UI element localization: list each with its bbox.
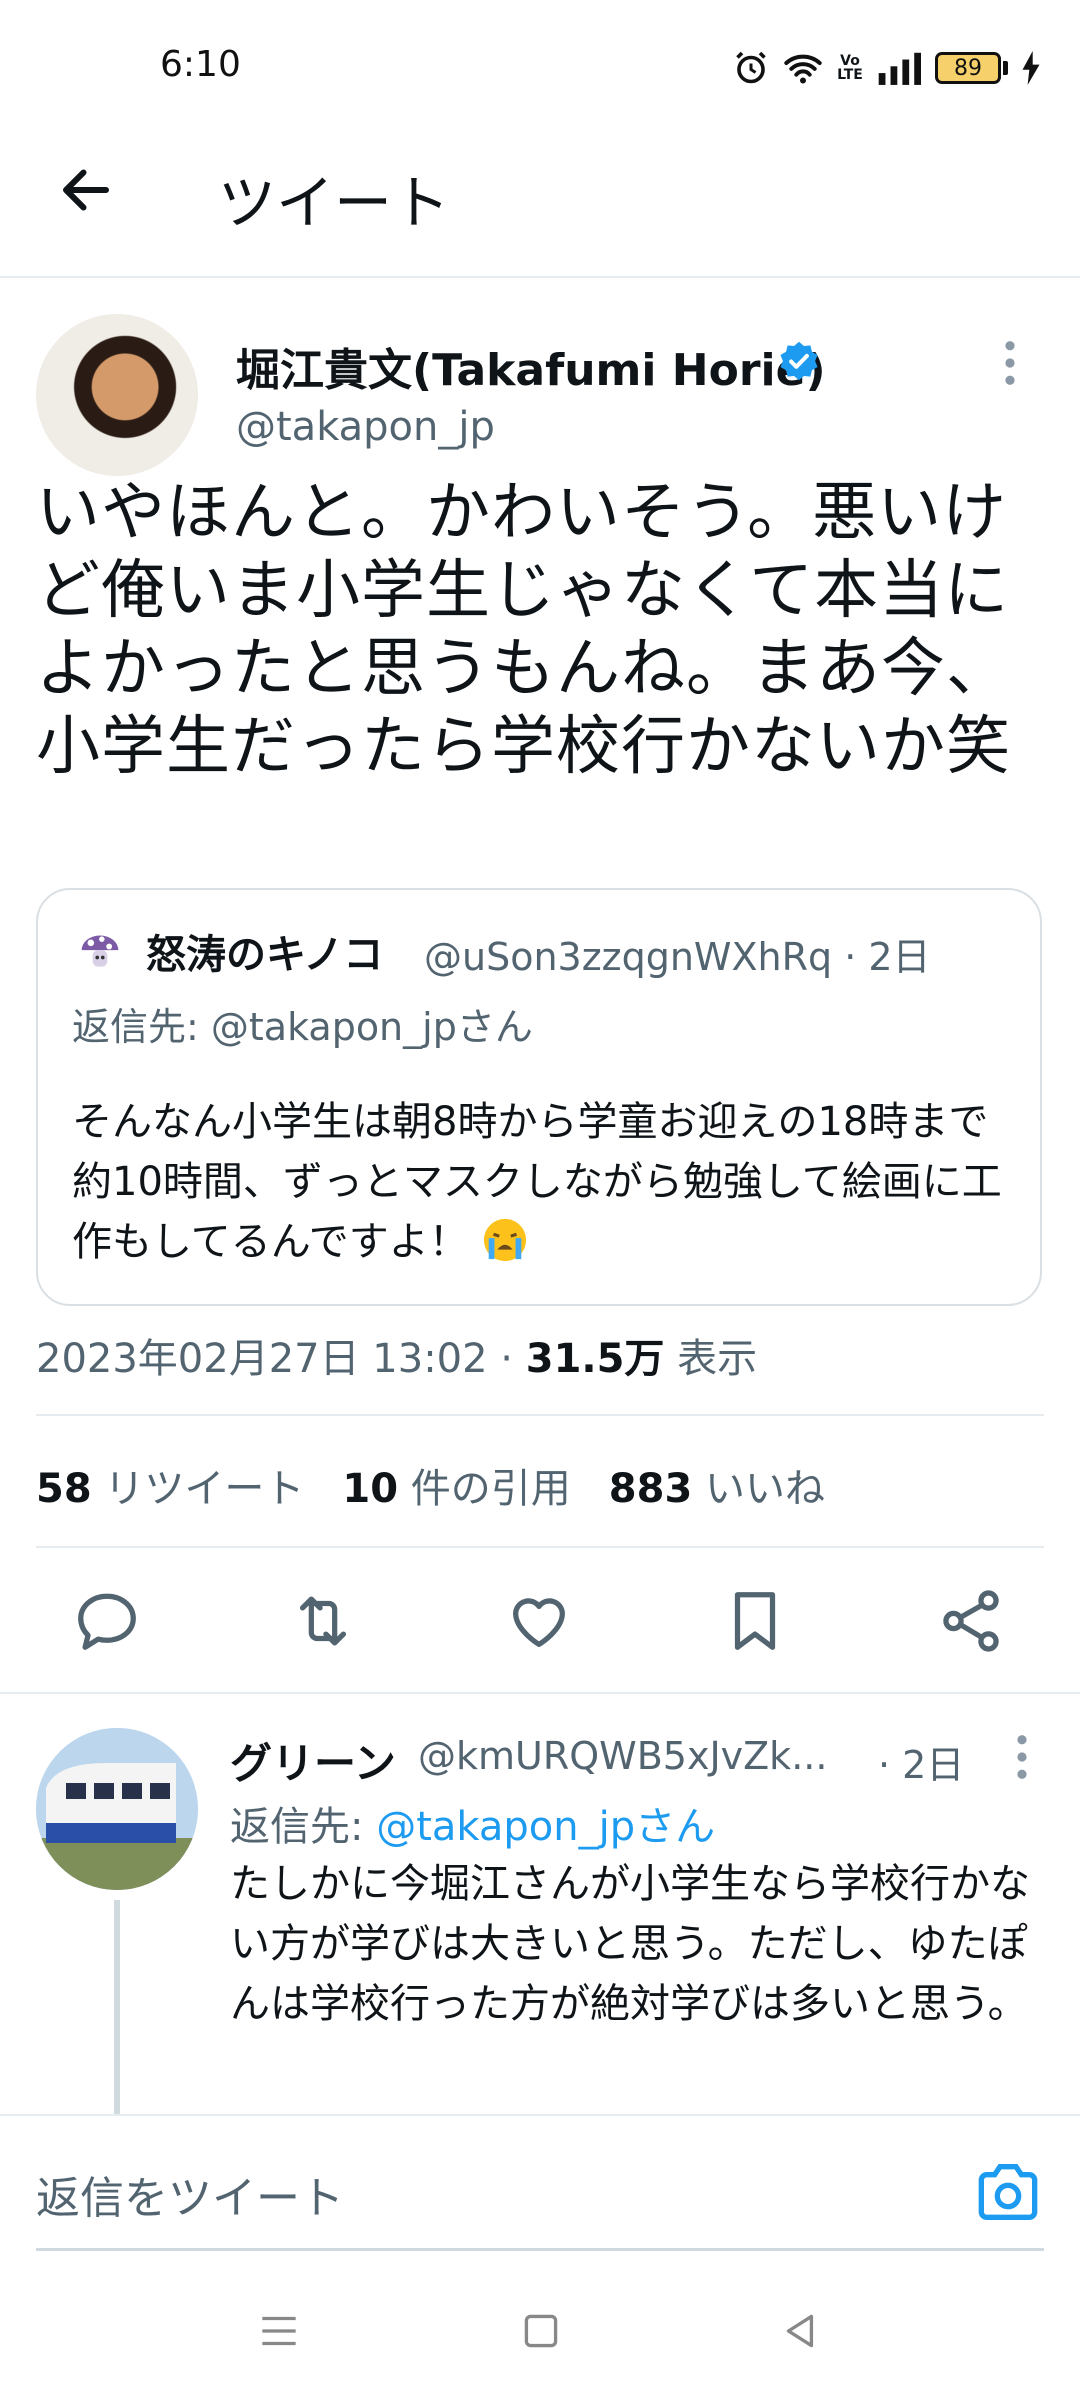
status-icons: Vo LTE 89 [733, 40, 1040, 96]
views-label: 表示 [664, 1336, 758, 1382]
quoted-author-avatar [81, 935, 119, 967]
battery-tip [1003, 61, 1008, 75]
menu-nav-icon[interactable] [254, 2306, 304, 2356]
back-button[interactable] [56, 160, 116, 220]
more-options-icon[interactable] [1004, 340, 1016, 386]
likes-count: 883 [608, 1466, 693, 1512]
tweet-timestamp: 2023年02月27日 13:02 · [36, 1336, 526, 1382]
quoted-reply-to: 返信先: @takapon_jpさん [72, 1005, 533, 1049]
page-title: ツイート [218, 169, 451, 237]
status-time: 6:10 [160, 44, 241, 85]
volte-label: Vo LTE [837, 53, 863, 83]
reply-author-name[interactable]: グリーン [230, 1730, 396, 1791]
back-nav-icon[interactable] [776, 2306, 826, 2356]
tweet-meta: 2023年02月27日 13:02 · 31.5万 表示 [36, 1326, 757, 1384]
reply-input[interactable]: 返信をツイート [36, 2162, 344, 2226]
reply-author-handle[interactable]: @kmURQWB5xJvZk... [418, 1734, 827, 1778]
reply-more-options-icon[interactable] [1016, 1734, 1028, 1780]
home-nav-icon[interactable] [516, 2306, 566, 2356]
reply-to-link[interactable]: @takapon_jpさん [376, 1804, 715, 1850]
retweets-label: リツイート [91, 1466, 305, 1512]
author-handle[interactable]: @takapon_jp [236, 404, 495, 450]
actions-divider [0, 1692, 1080, 1694]
camera-icon[interactable] [976, 2164, 1040, 2220]
battery-level: 89 [954, 55, 982, 81]
reply-icon[interactable] [72, 1586, 142, 1656]
share-icon[interactable] [936, 1586, 1006, 1656]
quotes-label: 件の引用 [398, 1466, 571, 1512]
header-divider [0, 276, 1080, 278]
meta-divider [36, 1414, 1044, 1416]
signal-icon [878, 52, 921, 85]
reply-to-prefix: 返信先: [230, 1804, 377, 1850]
reply-time: · 2日 [878, 1743, 965, 1787]
like-icon[interactable] [504, 1586, 574, 1656]
wifi-icon [784, 54, 822, 84]
views-count: 31.5万 [525, 1336, 665, 1382]
alarm-icon [736, 51, 766, 84]
train-avatar-image [36, 1728, 198, 1890]
tweet-text: いやほんと。かわいそう。悪いけど俺いま小学生じゃなくて本当によかったと思うもんね… [36, 476, 1011, 784]
reply-to-line: 返信先: @takapon_jpさん [230, 1794, 715, 1852]
tweet-stats: 58 リツイート 10 件の引用 883 いいね [36, 1456, 825, 1514]
author-avatar[interactable] [36, 314, 198, 476]
bookmark-icon[interactable] [720, 1586, 790, 1656]
stats-divider [36, 1546, 1044, 1548]
charging-icon [1022, 51, 1040, 85]
thread-line [114, 1900, 120, 2120]
retweets-count: 58 [36, 1466, 92, 1512]
likes-stat[interactable]: 883 いいね [609, 1466, 825, 1512]
retweet-icon[interactable] [288, 1586, 358, 1656]
quoted-author-handle: @uSon3zzqgnWXhRq · 2日 [424, 935, 931, 979]
retweets-stat[interactable]: 58 リツイート [36, 1466, 304, 1512]
likes-label: いいね [692, 1466, 825, 1512]
verified-badge-icon [780, 341, 818, 381]
reply-author-avatar[interactable] [36, 1728, 198, 1890]
quotes-count: 10 [342, 1466, 399, 1512]
crying-face-emoji-icon [483, 1218, 526, 1262]
quoted-text-body: そんなん小学生は朝8時から学童お迎えの18時まで約10時間、ずっとマスクしながら… [72, 1099, 1002, 1265]
author-name[interactable]: 堀江貴文(Takafumi Horie) [236, 334, 826, 398]
battery-indicator: 89 [935, 52, 1001, 84]
reply-text: たしかに今堀江さんが小学生なら学校行かない方が学びは大きいと思う。ただし、ゆたぽ… [230, 1861, 1030, 2027]
composer-underline [36, 2248, 1044, 2251]
quotes-stat[interactable]: 10 件の引用 [342, 1466, 570, 1512]
quoted-author-name: 怒涛のキノコ [146, 932, 384, 978]
composer-top-divider [0, 2114, 1080, 2116]
quoted-tweet-text: そんなん小学生は朝8時から学童お迎えの18時まで約10時間、ずっとマスクしながら… [72, 1092, 1012, 1272]
